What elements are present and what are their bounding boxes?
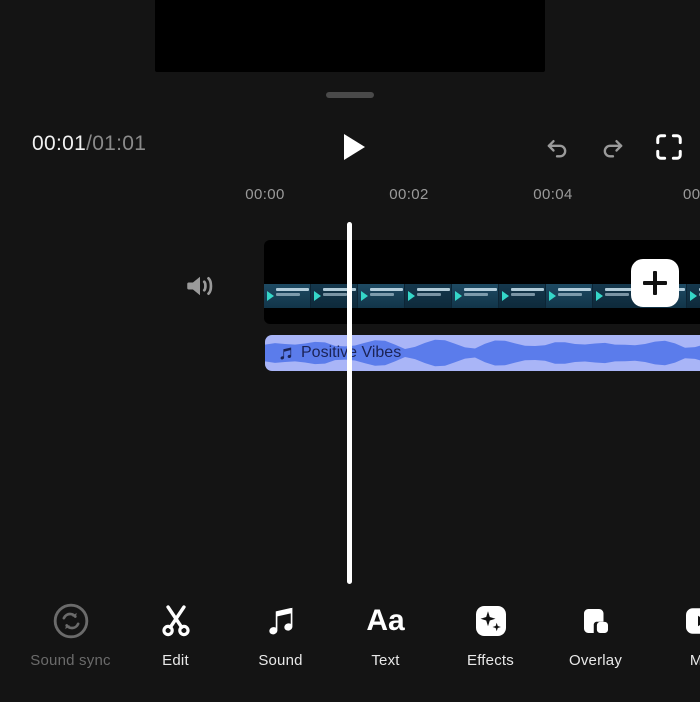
tool-label: Sound sync	[30, 652, 111, 669]
tool-label: Text	[371, 652, 400, 669]
redo-button[interactable]	[596, 130, 630, 164]
thumbnail-caption	[276, 288, 309, 304]
current-time: 00:01	[32, 132, 87, 155]
thumbnail-play-icon	[549, 291, 556, 301]
thumbnail-play-icon	[690, 291, 697, 301]
audio-clip-label: Positive Vibes	[277, 335, 401, 371]
play-icon	[343, 134, 365, 160]
music-note-icon	[263, 600, 299, 642]
tool-edit[interactable]: Edit	[123, 600, 228, 669]
video-thumbnail	[687, 284, 700, 308]
fullscreen-button[interactable]	[652, 130, 686, 164]
thumbnail-play-icon	[267, 291, 274, 301]
ruler-tick: 00:04	[533, 186, 573, 203]
plus-icon	[653, 271, 657, 295]
music-note-icon	[280, 346, 292, 359]
transport-bar: 00:01/01:01	[0, 118, 700, 176]
video-thumbnail	[546, 284, 593, 308]
tool-media[interactable]: Ma	[648, 600, 700, 669]
tool-label: Overlay	[568, 652, 623, 669]
tool-label: Edit	[162, 652, 189, 669]
tool-overlay[interactable]: Overlay	[543, 600, 648, 669]
tool-text[interactable]: Aa Text	[333, 600, 438, 670]
ruler-tick: 00:00	[245, 186, 285, 203]
ruler-tick: 00:02	[389, 186, 429, 203]
thumbnail-play-icon	[361, 291, 368, 301]
timeline[interactable]: Positive Vibes	[0, 222, 700, 584]
thumbnail-play-icon	[455, 291, 462, 301]
editor-controls	[540, 130, 686, 164]
redo-icon	[603, 140, 623, 158]
fullscreen-icon	[656, 134, 682, 160]
total-time: 01:01	[92, 132, 147, 155]
playhead[interactable]	[347, 222, 352, 584]
video-thumbnail	[405, 284, 452, 308]
sparkle-icon	[473, 600, 509, 642]
timecode: 00:01/01:01	[32, 132, 146, 156]
tool-sound[interactable]: Sound	[228, 600, 333, 669]
video-thumbnail	[499, 284, 546, 308]
tool-label: Ma	[689, 652, 700, 669]
thumbnail-caption	[511, 288, 544, 304]
thumbnail-play-icon	[502, 291, 509, 301]
thumbnail-caption	[370, 288, 403, 304]
bottom-toolbar: Sound sync Edit Sound Aa Text Effects Ov…	[0, 592, 700, 702]
audio-clip[interactable]: Positive Vibes	[265, 335, 700, 371]
media-play-icon	[683, 600, 700, 642]
scissors-icon	[157, 600, 195, 642]
video-thumbnail	[358, 284, 405, 308]
volume-button[interactable]	[178, 264, 222, 308]
overlay-squares-icon	[578, 600, 614, 642]
video-thumbnail	[452, 284, 499, 308]
tool-effects[interactable]: Effects	[438, 600, 543, 669]
tool-sound-sync[interactable]: Sound sync	[18, 600, 123, 669]
undo-button[interactable]	[540, 130, 574, 164]
thumbnail-caption	[417, 288, 450, 304]
thumbnail-play-icon	[408, 291, 415, 301]
thumbnail-play-icon	[314, 291, 321, 301]
tool-label: Sound	[258, 652, 303, 669]
ruler-tick: 00:	[682, 186, 700, 203]
undo-icon	[547, 140, 567, 158]
play-button[interactable]	[338, 130, 370, 164]
tool-label: Effects	[467, 652, 514, 669]
video-preview[interactable]	[155, 0, 545, 72]
video-editor-app: 00:01/01:01 00:00 00:02 00:04 00 Positiv…	[0, 0, 700, 702]
thumbnail-caption	[464, 288, 497, 304]
video-thumbnail	[264, 284, 311, 308]
text-aa-icon: Aa	[366, 604, 405, 637]
thumbnail-play-icon	[596, 291, 603, 301]
timeline-ruler[interactable]: 00:00 00:02 00:04 00:	[0, 186, 700, 212]
panel-drag-handle[interactable]	[326, 92, 374, 98]
sound-sync-icon	[52, 600, 90, 642]
add-clip-button[interactable]	[631, 259, 679, 307]
speaker-icon	[187, 276, 213, 296]
thumbnail-caption	[558, 288, 591, 304]
